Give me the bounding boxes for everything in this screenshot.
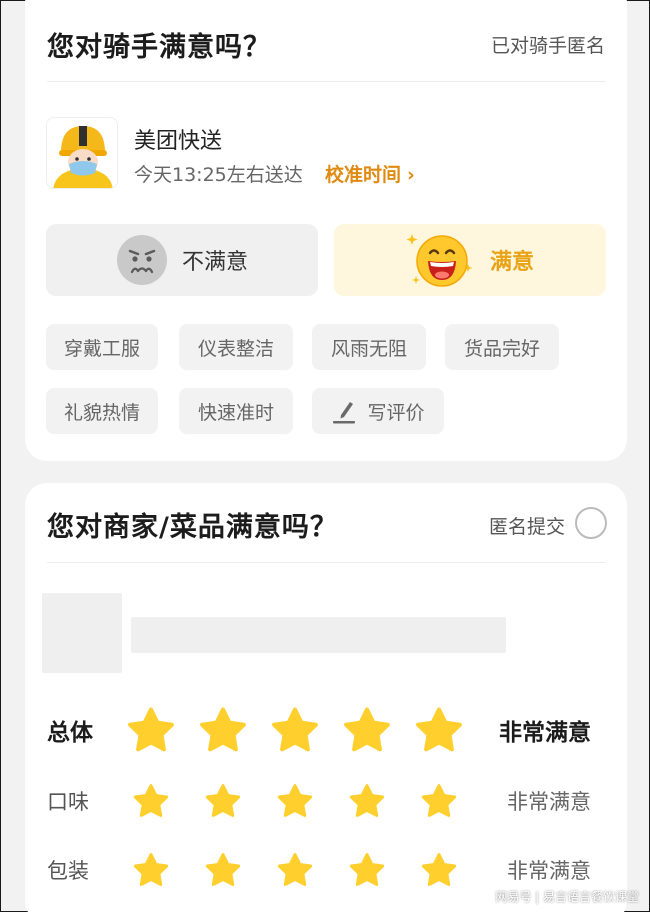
rating-label: 总体	[47, 720, 93, 746]
write-review-label: 写评价	[367, 401, 425, 424]
rider-section-title: 您对骑手满意吗？	[47, 32, 271, 63]
frown-face-icon	[116, 235, 167, 285]
tag-option[interactable]: 货品完好	[445, 324, 559, 370]
tag-option[interactable]: 快速准时	[179, 388, 293, 434]
star-icon[interactable]	[349, 852, 385, 888]
calibrate-time-link[interactable]: 校准时间 ›	[325, 160, 415, 187]
rider-avatar-icon	[53, 126, 113, 188]
satisfied-label: 满意	[489, 250, 534, 275]
star-icon[interactable]	[349, 783, 385, 819]
star-icon[interactable]	[415, 706, 463, 754]
write-review-button[interactable]: 写评价	[312, 388, 444, 434]
star-icon[interactable]	[205, 783, 241, 819]
anonymous-submit-label: 匿名提交	[488, 516, 565, 538]
chevron-right-icon: ›	[407, 164, 415, 186]
star-icon[interactable]	[271, 706, 319, 754]
rating-row-overall: 总体 非常满意	[25, 705, 627, 755]
star-icon[interactable]	[277, 852, 313, 888]
rating-value: 非常满意	[499, 720, 591, 746]
rating-label: 包装	[47, 859, 89, 883]
tag-option[interactable]: 穿戴工服	[46, 324, 158, 370]
rider-anonymous-label[interactable]: 已对骑手匿名	[491, 31, 605, 58]
divider	[47, 562, 605, 563]
star-icon[interactable]	[421, 783, 457, 819]
star-icon[interactable]	[205, 852, 241, 888]
tag-option[interactable]: 风雨无阻	[312, 324, 426, 370]
divider	[47, 81, 605, 82]
unsatisfied-button[interactable]: 不满意	[46, 224, 318, 296]
delivery-time: 今天13:25左右送达	[134, 164, 303, 186]
merchant-thumbnail-placeholder	[42, 593, 122, 673]
rating-value: 非常满意	[507, 859, 591, 883]
watermark: 网易号 | 易言语言餐饮课堂	[495, 890, 639, 904]
laughing-face-icon	[406, 234, 473, 287]
rider-name: 美团快送	[134, 129, 223, 154]
satisfied-button[interactable]: 满意	[334, 224, 606, 296]
merchant-name-placeholder	[131, 617, 506, 653]
rider-avatar	[46, 117, 118, 189]
anonymous-radio[interactable]	[575, 507, 607, 539]
star-icon[interactable]	[343, 706, 391, 754]
pencil-icon	[333, 402, 356, 424]
star-icon[interactable]	[277, 783, 313, 819]
rider-rating-card: 您对骑手满意吗？ 已对骑手匿名 美团快送 今天13:25左右送达 校准时间 › 不…	[25, 0, 627, 461]
tag-option[interactable]: 仪表整洁	[179, 324, 293, 370]
rating-value: 非常满意	[507, 790, 591, 814]
tag-option[interactable]: 礼貌热情	[46, 388, 158, 434]
star-icon[interactable]	[133, 852, 169, 888]
unsatisfied-label: 不满意	[181, 250, 248, 275]
star-icon[interactable]	[199, 706, 247, 754]
rating-row-taste: 口味 非常满意	[25, 776, 627, 826]
star-icon[interactable]	[133, 783, 169, 819]
star-icon[interactable]	[421, 852, 457, 888]
merchant-section-title: 您对商家/菜品满意吗？	[47, 512, 338, 543]
merchant-rating-card: 您对商家/菜品满意吗？ 匿名提交 总体 非常满意 口味 非常满意 包装 非常满意	[25, 483, 627, 912]
calibrate-time-label: 校准时间	[325, 164, 402, 186]
star-icon[interactable]	[127, 706, 175, 754]
rating-label: 口味	[47, 790, 89, 814]
